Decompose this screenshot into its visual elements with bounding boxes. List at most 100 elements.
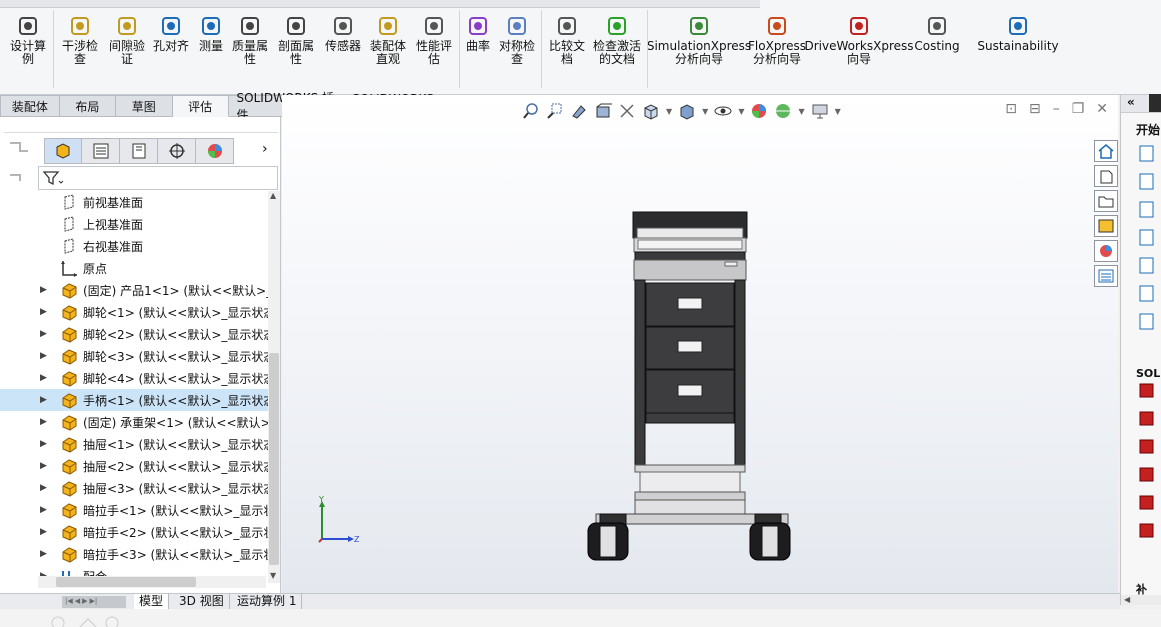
expand-arrow-icon[interactable]: ▶ <box>40 307 48 317</box>
sim-icon[interactable] <box>1137 409 1157 429</box>
plugin-icon[interactable] <box>1137 493 1157 513</box>
status-bar-faded-icons <box>51 616 119 627</box>
tree-item[interactable]: ▶配合 <box>0 565 268 576</box>
dimxpert-icon[interactable] <box>158 138 196 164</box>
sim-icon[interactable] <box>1137 381 1157 401</box>
tutorials-icon[interactable] <box>1137 199 1157 219</box>
next-tab-icon[interactable]: ▶ <box>82 597 87 607</box>
expand-arrow-icon[interactable]: ▶ <box>40 439 48 449</box>
solidworks-resources-icon[interactable] <box>1137 283 1157 303</box>
expand-arrow-icon[interactable]: ▶ <box>40 329 48 339</box>
expand-arrow-icon[interactable]: ▶ <box>40 527 48 537</box>
mass-properties-button[interactable]: 质量属 性 <box>229 14 271 66</box>
section-properties-button[interactable]: 剖面属 性 <box>275 14 317 66</box>
command-tab[interactable]: 布局 <box>59 95 116 117</box>
last-tab-icon[interactable]: ▶| <box>90 597 98 607</box>
tree-item[interactable]: ▶ 暗拉手<2> (默认<<默认>_显示状 <box>0 521 268 543</box>
tree-item[interactable]: ▶ 抽屉<1> (默认<<默认>_显示状态 <box>0 433 268 455</box>
check-active-document-button[interactable]: 检查激活 的文档 <box>591 14 643 66</box>
information-icon[interactable] <box>1137 311 1157 331</box>
sim-icon[interactable] <box>1137 437 1157 457</box>
expand-arrow-icon[interactable]: ▶ <box>40 505 48 515</box>
task-pane-scrollbar[interactable]: ◀ <box>1121 595 1161 605</box>
tree-item[interactable]: ▶ 脚轮<3> (默认<<默认>_显示状态 <box>0 345 268 367</box>
tree-item[interactable]: ▶ 脚轮<1> (默认<<默认>_显示状态 <box>0 301 268 323</box>
tree-item[interactable]: 原点 <box>0 257 268 279</box>
command-tab[interactable]: 装配体 <box>0 95 60 117</box>
expand-arrow-icon[interactable]: ▶ <box>40 483 48 493</box>
driveworksxpress-button[interactable]: DriveWorksXpress 向导 <box>804 14 914 66</box>
filter-icon[interactable] <box>42 170 64 186</box>
command-tab[interactable]: 草图 <box>115 95 173 117</box>
scrollbar-thumb[interactable] <box>269 353 279 565</box>
simulationxpress-button[interactable]: SimulationXpress 分析向导 <box>647 14 751 66</box>
tool-cart-model[interactable] <box>587 211 791 561</box>
expand-arrow-icon[interactable]: ▶ <box>40 461 48 471</box>
expand-arrow-icon[interactable]: ▶ <box>40 395 48 405</box>
sustainability-button[interactable]: Sustainability <box>977 14 1059 53</box>
expand-tabs-arrow[interactable]: › <box>262 141 268 157</box>
first-tab-icon[interactable]: |◀ <box>65 597 73 607</box>
assemblyxpert-button[interactable]: 装配体 直观 <box>367 14 409 66</box>
custom-properties-icon[interactable] <box>1094 265 1118 287</box>
plugin-icon[interactable] <box>1137 465 1157 485</box>
tree-item[interactable]: ▶ 手柄<1> (默认<<默认>_显示状态 <box>0 389 268 411</box>
new-document-icon[interactable] <box>1137 143 1157 163</box>
expand-arrow-icon[interactable]: ▶ <box>40 285 48 295</box>
expand-arrow-icon[interactable]: ▶ <box>40 549 48 559</box>
help-icon[interactable] <box>1137 255 1157 275</box>
command-tab[interactable]: 评估 <box>172 95 229 117</box>
curvature-button[interactable]: 曲率 <box>463 14 493 53</box>
tab-scroll-buttons[interactable]: |◀ ◀ ▶ ▶| <box>62 596 126 608</box>
measure-button[interactable]: 测量 <box>195 14 227 53</box>
expand-arrow-icon[interactable]: ▶ <box>40 373 48 383</box>
graphics-area[interactable]: ▼ ▼ ▼ ▼ ▼ ⊡ ⊟ – ❐ ✕ Y Z <box>282 95 1118 593</box>
expand-arrow-icon[interactable]: ▶ <box>40 417 48 427</box>
collapse-task-pane-icon[interactable]: « <box>1127 95 1135 109</box>
design-library-icon[interactable] <box>1094 165 1118 187</box>
plugin-icon[interactable] <box>1137 521 1157 541</box>
hole-alignment-button[interactable]: 孔对齐 <box>150 14 192 53</box>
tree-item[interactable]: 前视基准面 <box>0 191 268 213</box>
expand-arrow-icon[interactable]: ▶ <box>40 351 48 361</box>
featuremanager-icon[interactable] <box>44 138 82 164</box>
view-palette-icon[interactable] <box>1094 215 1118 237</box>
clearance-verification-button[interactable]: 间隙验 证 <box>104 14 150 66</box>
tree-item[interactable]: ▶ 脚轮<4> (默认<<默认>_显示状态 <box>0 367 268 389</box>
design-study-button[interactable]: 设计算 例 <box>0 14 56 66</box>
prev-tab-icon[interactable]: ◀ <box>75 597 80 607</box>
panel-grip[interactable] <box>4 121 278 133</box>
configurationmanager-icon[interactable] <box>120 138 158 164</box>
tree-item[interactable]: ▶ 抽屉<2> (默认<<默认>_显示状态 <box>0 455 268 477</box>
tree-item[interactable]: ▶ 抽屉<3> (默认<<默认>_显示状态 <box>0 477 268 499</box>
interference-check-button[interactable]: 干涉检 查 <box>57 14 103 66</box>
appearances-icon[interactable] <box>1094 240 1118 262</box>
tree-item[interactable]: 上视基准面 <box>0 213 268 235</box>
assembly-model-view[interactable] <box>282 95 1118 593</box>
floxpress-button[interactable]: FloXpress 分析向导 <box>748 14 806 66</box>
performance-evaluation-button[interactable]: 性能评 估 <box>413 14 455 66</box>
sensor-button[interactable]: 传感器 <box>322 14 364 53</box>
home-icon[interactable] <box>1094 140 1118 162</box>
displaymanager-icon[interactable] <box>196 138 234 164</box>
tree-item[interactable]: ▶ 暗拉手<3> (默认<<默认>_显示状 <box>0 543 268 565</box>
file-explorer-icon[interactable] <box>1094 190 1118 212</box>
propertymanager-icon[interactable] <box>82 138 120 164</box>
tree-item[interactable]: ▶ (固定) 产品1<1> (默认<<默认>_ <box>0 279 268 301</box>
tree-vertical-scrollbar[interactable]: ▲ ▼ <box>268 191 280 583</box>
tree-item[interactable]: 右视基准面 <box>0 235 268 257</box>
bottom-tab[interactable]: 运动算例 1 <box>232 594 303 610</box>
tutorials-icon[interactable] <box>1137 227 1157 247</box>
compare-documents-button[interactable]: 比较文 档 <box>545 14 589 66</box>
symmetry-check-button[interactable]: 对称检 查 <box>496 14 538 66</box>
costing-button[interactable]: Costing <box>914 14 960 53</box>
scrollbar-thumb[interactable] <box>56 577 196 587</box>
tree-filter[interactable] <box>38 166 278 190</box>
bottom-tab[interactable]: 3D 视图 <box>174 594 230 610</box>
tree-horizontal-scrollbar[interactable] <box>38 576 266 588</box>
bottom-tab[interactable]: 模型 <box>134 594 170 610</box>
tree-item[interactable]: ▶ 暗拉手<1> (默认<<默认>_显示状 <box>0 499 268 521</box>
tree-item[interactable]: ▶ (固定) 承重架<1> (默认<<默认>_ <box>0 411 268 433</box>
open-document-icon[interactable] <box>1137 171 1157 191</box>
tree-item[interactable]: ▶ 脚轮<2> (默认<<默认>_显示状态 <box>0 323 268 345</box>
